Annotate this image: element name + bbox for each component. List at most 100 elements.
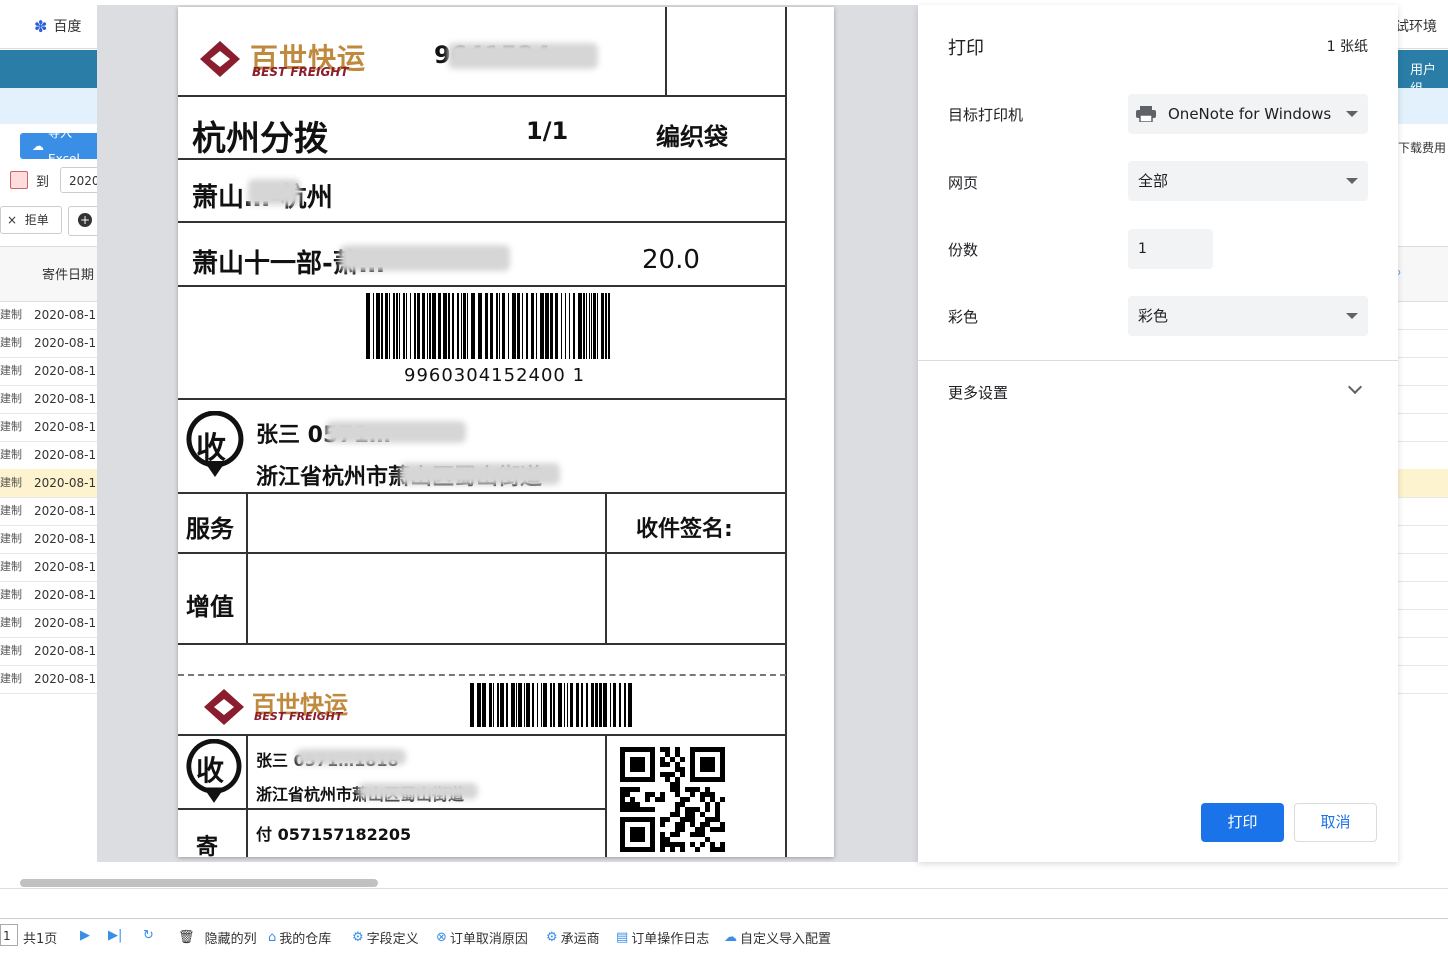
barcode-bar	[485, 293, 488, 359]
barcode-bar	[550, 683, 552, 727]
barcode-bar	[555, 293, 558, 359]
pages-select[interactable]: 全部	[1128, 161, 1368, 201]
barcode-bar	[550, 293, 553, 359]
barcode-bar	[518, 683, 522, 727]
column-header-ship-date[interactable]: 寄件日期	[42, 264, 94, 283]
barcode-bar	[471, 293, 475, 359]
barcode-bar	[553, 683, 555, 727]
qr-module	[670, 847, 675, 852]
row-ship-date: 2020-08-12	[34, 364, 104, 378]
qr-module	[620, 797, 625, 802]
print-settings-panel: 打印 1 张纸 目标打印机 OneNote for Windows 网页 全部 …	[918, 5, 1398, 862]
qr-module	[685, 797, 690, 802]
row-status-tag: 建制	[0, 588, 22, 601]
qr-module	[625, 807, 630, 812]
qr-module	[680, 847, 685, 852]
row-status-tag: 建制	[0, 560, 22, 573]
custom-import-label: 自定义导入配置	[740, 932, 832, 947]
calendar-icon[interactable]	[10, 171, 28, 189]
cancel-button[interactable]: 取消	[1294, 803, 1377, 842]
qr-module	[695, 827, 700, 832]
shipping-label-preview: 百世快运 BEST FREIGHT 9641524 杭州分拨 1/1 编织袋 萧…	[178, 7, 834, 857]
printer-value: OneNote for Windows	[1168, 105, 1332, 123]
row-ship-date: 2020-08-12	[34, 532, 104, 546]
order-log-button[interactable]: ▤ 订单操作日志	[616, 928, 709, 947]
barcode-bar	[540, 293, 544, 359]
qr-module	[635, 787, 640, 792]
barcode-bar	[522, 293, 523, 359]
barcode-bar	[536, 293, 537, 359]
print-button[interactable]: 打印	[1201, 803, 1284, 842]
printer-select[interactable]: OneNote for Windows	[1128, 94, 1368, 134]
qr-finder	[630, 827, 645, 842]
barcode-bar	[628, 683, 632, 727]
refresh-icon[interactable]: ↻	[143, 928, 154, 943]
barcode-bar	[558, 683, 562, 727]
import-excel-label: 导入Excel	[48, 126, 80, 166]
carrier-button[interactable]: ⚙ 承运商	[546, 928, 600, 947]
barcode-bar	[603, 683, 607, 727]
qr-module	[680, 842, 685, 847]
horizontal-scrollbar[interactable]	[20, 879, 378, 887]
dropdown-arrow-icon	[1346, 178, 1358, 184]
qr-module	[710, 827, 715, 832]
row-status-tag: 建制	[0, 616, 22, 629]
barcode-bar	[478, 293, 482, 359]
qr-module	[685, 817, 690, 822]
barcode-bar	[586, 293, 587, 359]
qr-module	[690, 817, 695, 822]
color-select[interactable]: 彩色	[1128, 296, 1368, 336]
barcode-bar	[605, 293, 607, 359]
more-settings-toggle[interactable]: 更多设置	[948, 382, 1008, 403]
receiver-badge-stub: 收	[196, 754, 225, 787]
import-excel-button[interactable]: ☁ 导入Excel	[20, 126, 100, 166]
barcode-bar	[493, 683, 494, 727]
row-ship-date: 2020-08-12	[34, 616, 104, 630]
hidden-columns-label: 隐藏的列	[204, 932, 257, 947]
reject-order-button[interactable]: × 拒单	[0, 206, 62, 234]
qr-module	[705, 807, 710, 812]
last-page-icon[interactable]: ▶|	[108, 928, 122, 943]
barcode-bar	[500, 683, 504, 727]
my-warehouse-button[interactable]: ⌂ 我的仓库	[268, 928, 331, 947]
qr-module	[620, 792, 625, 797]
qr-module	[670, 842, 675, 847]
qr-module	[680, 757, 685, 762]
barcode-bar	[432, 293, 436, 359]
baidu-paw-icon: ✽	[34, 16, 48, 36]
download-fee-link[interactable]: 下载费用	[1398, 139, 1446, 156]
cancel-reason-button[interactable]: ⊗ 订单取消原因	[436, 928, 528, 947]
barcode-bar	[366, 293, 370, 359]
qr-module	[680, 802, 685, 807]
qr-module	[675, 792, 680, 797]
color-label: 彩色	[948, 308, 979, 326]
browser-tab-baidu[interactable]: ✽ 百度	[34, 16, 81, 36]
copies-input[interactable]: 1	[1128, 229, 1213, 269]
qr-module	[720, 827, 725, 832]
barcode-bar	[578, 293, 582, 359]
row-status-tag: 建制	[0, 308, 22, 321]
best-logo-icon	[200, 41, 240, 77]
barcode-bar	[467, 293, 468, 359]
qr-module	[710, 847, 715, 852]
qr-module	[630, 797, 635, 802]
page-number-input[interactable]: 1	[0, 924, 18, 946]
cut-line	[178, 674, 786, 676]
custom-import-button[interactable]: ☁ 自定义导入配置	[724, 928, 831, 947]
barcode-bar	[438, 293, 441, 359]
row-status-tag: 建制	[0, 336, 22, 349]
hidden-columns-button[interactable]: 🗑 隐藏的列	[178, 928, 257, 947]
browser-tab-test-env[interactable]: 试环境	[1395, 16, 1437, 36]
qr-module	[660, 792, 665, 797]
qr-module	[645, 807, 650, 812]
qr-module	[635, 802, 640, 807]
field-definition-button[interactable]: ⚙ 字段定义	[352, 928, 419, 947]
qr-finder	[630, 757, 645, 772]
barcode-bar	[573, 293, 575, 359]
chevron-down-icon[interactable]	[1347, 379, 1363, 395]
row-status-tag: 建制	[0, 644, 22, 657]
barcode-main	[366, 293, 610, 359]
next-page-icon[interactable]: ▶	[80, 928, 90, 943]
qr-module	[675, 752, 680, 757]
qr-module	[720, 822, 725, 827]
